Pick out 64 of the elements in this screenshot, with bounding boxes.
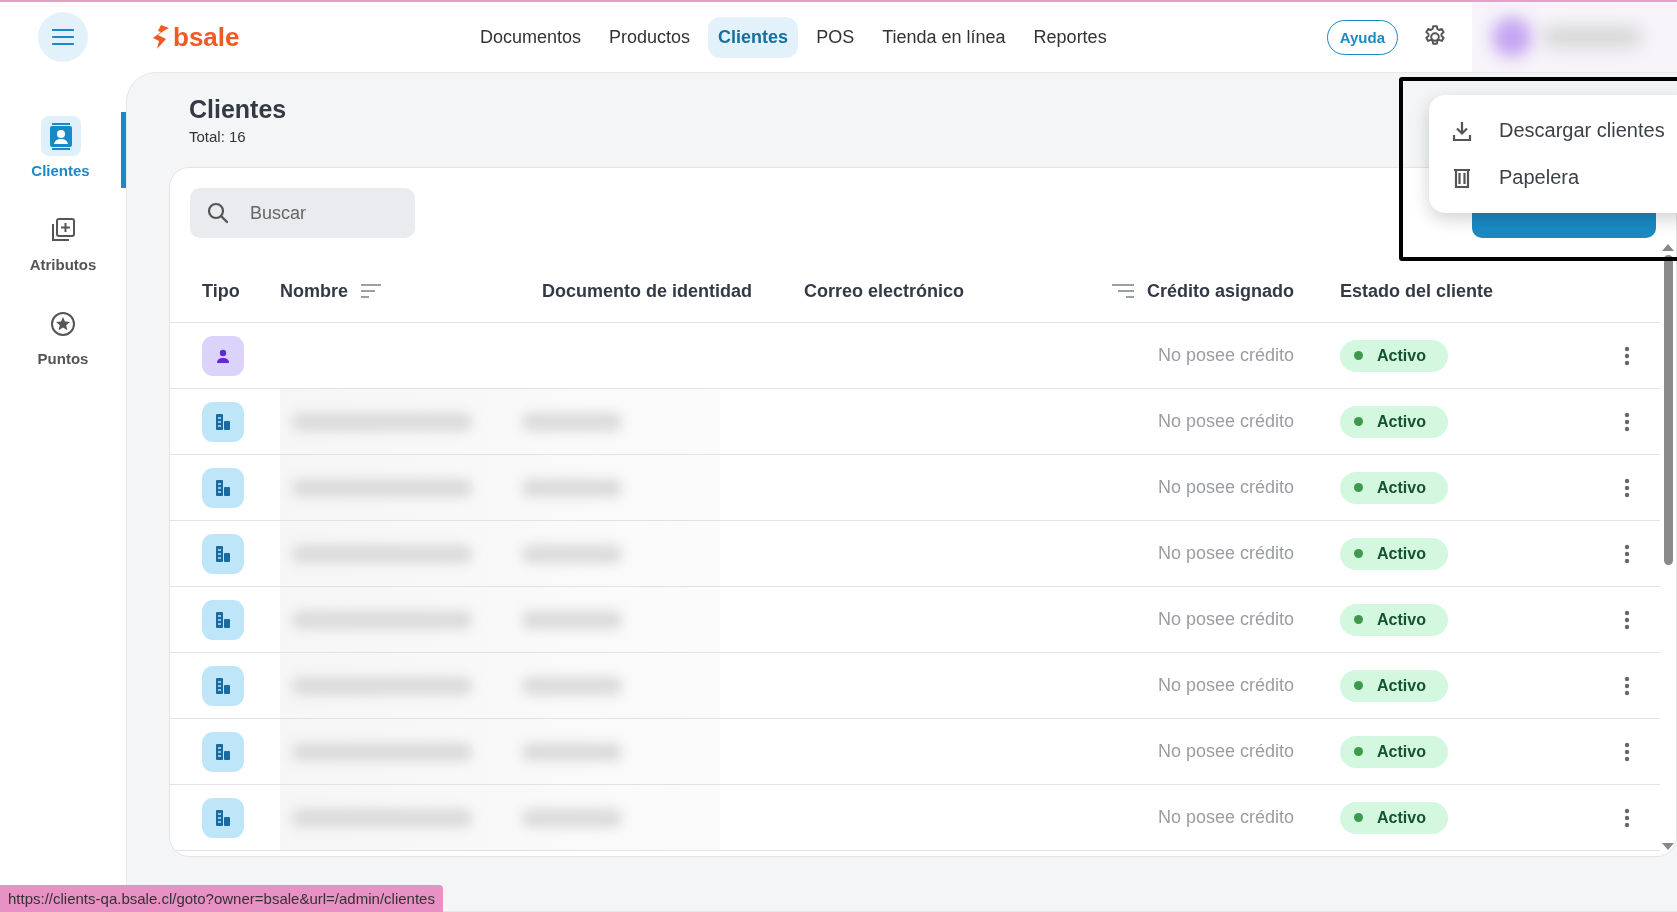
column-header: Documento de identidad <box>542 279 753 303</box>
status-url: https://clients-qa.bsale.cl/goto?owner=bsale&url=/admin/clientes <box>0 885 443 912</box>
building-icon <box>202 401 244 442</box>
column-header: Tipo <box>201 279 241 303</box>
nav-tab[interactable]: Reportes <box>1023 16 1117 58</box>
more-options-icon[interactable] <box>1624 477 1630 498</box>
column-header[interactable]: Crédito asignado <box>1147 280 1294 302</box>
status-badge: Activo <box>1340 735 1448 768</box>
credit-text: No posee crédito <box>1157 675 1294 696</box>
nav-tab[interactable]: POS <box>806 16 865 58</box>
building-icon <box>202 467 244 508</box>
status-badge: Activo <box>1340 603 1448 636</box>
status-badge: Activo <box>1340 669 1448 702</box>
nav-tab[interactable]: Tienda en línea <box>872 16 1016 58</box>
more-options-icon[interactable] <box>1624 411 1630 432</box>
contact-card-icon <box>47 122 74 150</box>
more-options-icon[interactable] <box>1624 807 1630 828</box>
credit-text: No posee crédito <box>1157 741 1294 762</box>
credit-text: No posee crédito <box>1157 477 1294 498</box>
add-box-icon <box>50 217 76 243</box>
credit-text: No posee crédito <box>1157 543 1294 564</box>
more-options-icon[interactable] <box>1624 675 1630 696</box>
sidebar-item[interactable]: Atributos <box>0 206 126 282</box>
nav-tab[interactable]: Clientes <box>708 16 799 58</box>
status-badge: Activo <box>1340 537 1448 570</box>
person-icon <box>202 335 244 376</box>
more-options-icon[interactable] <box>1624 543 1630 564</box>
credit-text: No posee crédito <box>1157 807 1294 828</box>
building-icon <box>202 665 244 706</box>
more-options-icon[interactable] <box>1624 609 1630 630</box>
column-header[interactable]: Nombre <box>280 280 348 302</box>
building-icon <box>202 731 244 772</box>
filter-icon[interactable] <box>1111 283 1135 299</box>
building-icon <box>202 599 244 640</box>
search-icon <box>206 201 230 225</box>
download-icon <box>1451 119 1473 142</box>
more-options-icon[interactable] <box>1624 741 1630 762</box>
building-icon <box>202 533 244 574</box>
status-badge: Activo <box>1340 801 1448 834</box>
sort-icon[interactable] <box>360 283 382 299</box>
help-button[interactable]: Ayuda <box>1326 19 1398 55</box>
status-badge: Activo <box>1340 471 1448 504</box>
building-icon <box>202 797 244 838</box>
trash-icon <box>1451 166 1473 189</box>
credit-text: No posee crédito <box>1157 609 1294 630</box>
nav-tab[interactable]: Productos <box>599 16 701 58</box>
status-badge: Activo <box>1340 339 1448 372</box>
credit-text: No posee crédito <box>1157 345 1294 366</box>
column-header: Estado del cliente <box>1339 279 1495 303</box>
nav-tab[interactable]: Documentos <box>470 16 592 58</box>
logo-mark-icon <box>152 24 170 50</box>
menu-item[interactable]: Papelera <box>1429 154 1677 201</box>
menu-button[interactable] <box>38 12 88 62</box>
page-title: Clientes <box>189 95 288 124</box>
column-header: Correo electrónico <box>804 279 966 303</box>
more-options-icon[interactable] <box>1624 345 1630 366</box>
search-field[interactable]: Buscar <box>190 188 415 238</box>
status-badge: Activo <box>1340 405 1448 438</box>
menu-item[interactable]: Descargar clientes <box>1429 107 1677 154</box>
menu-icon <box>52 29 74 45</box>
sidebar-item[interactable]: Puntos <box>0 300 126 376</box>
total-count: Total: 16 <box>189 128 246 145</box>
credit-text: No posee crédito <box>1157 411 1294 432</box>
logo-text: bsale <box>173 21 240 53</box>
